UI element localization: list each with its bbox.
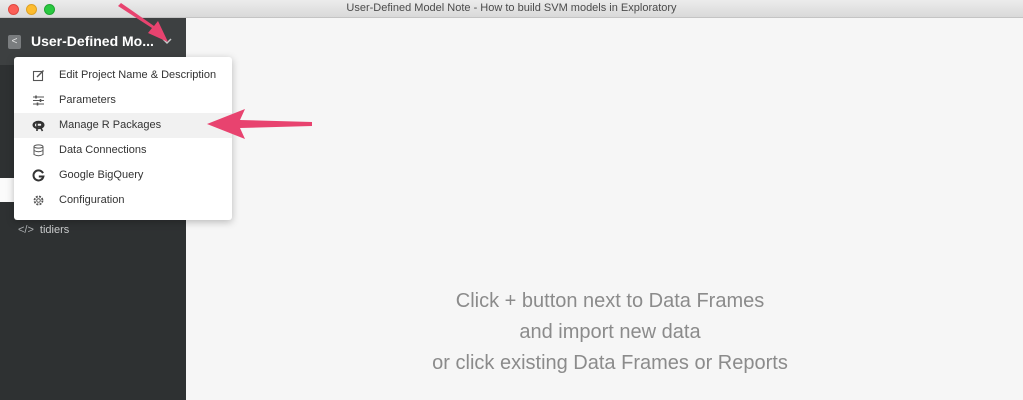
menu-item-label: Manage R Packages: [59, 119, 162, 131]
annotation-arrow-manage-r-packages: [207, 109, 312, 139]
menu-item-manage-r-packages[interactable]: Manage R Packages: [14, 113, 232, 138]
menu-item-label: Google BigQuery: [59, 169, 144, 181]
menu-item-edit-project[interactable]: Edit Project Name & Description: [14, 63, 232, 88]
menu-item-label: Parameters: [59, 94, 116, 106]
menu-item-label: Edit Project Name & Description: [59, 69, 217, 81]
database-icon: [32, 144, 45, 157]
menu-item-parameters[interactable]: Parameters: [14, 88, 232, 113]
code-icon: </>: [18, 224, 34, 236]
empty-state-line: and import new data: [519, 321, 701, 343]
menu-item-label: Configuration: [59, 194, 125, 206]
sidebar-item-label: tidiers: [39, 224, 70, 236]
google-icon: [32, 169, 45, 182]
r-logo-icon: [32, 119, 45, 132]
project-dropdown-menu: Edit Project Name & Description Paramete…: [14, 57, 232, 220]
annotation-arrow-chevron: [118, 3, 168, 42]
edit-icon: [32, 69, 45, 82]
empty-state-line: Click + button next to Data Frames: [455, 290, 765, 312]
menu-item-google-bigquery[interactable]: Google BigQuery: [14, 163, 232, 188]
gear-icon: [32, 194, 45, 207]
back-button[interactable]: <: [8, 35, 21, 49]
empty-state-line: or click existing Data Frames or Reports: [432, 352, 788, 374]
menu-item-label: Data Connections: [59, 144, 147, 156]
menu-item-configuration[interactable]: Configuration: [14, 188, 232, 213]
sliders-icon: [32, 94, 45, 107]
menu-item-data-connections[interactable]: Data Connections: [14, 138, 232, 163]
empty-state-message: Click + button next to Data Frames and i…: [380, 286, 840, 379]
sidebar-item-tidiers[interactable]: </> tidiers: [18, 224, 69, 236]
sidebar-selected-indicator: [0, 178, 14, 202]
